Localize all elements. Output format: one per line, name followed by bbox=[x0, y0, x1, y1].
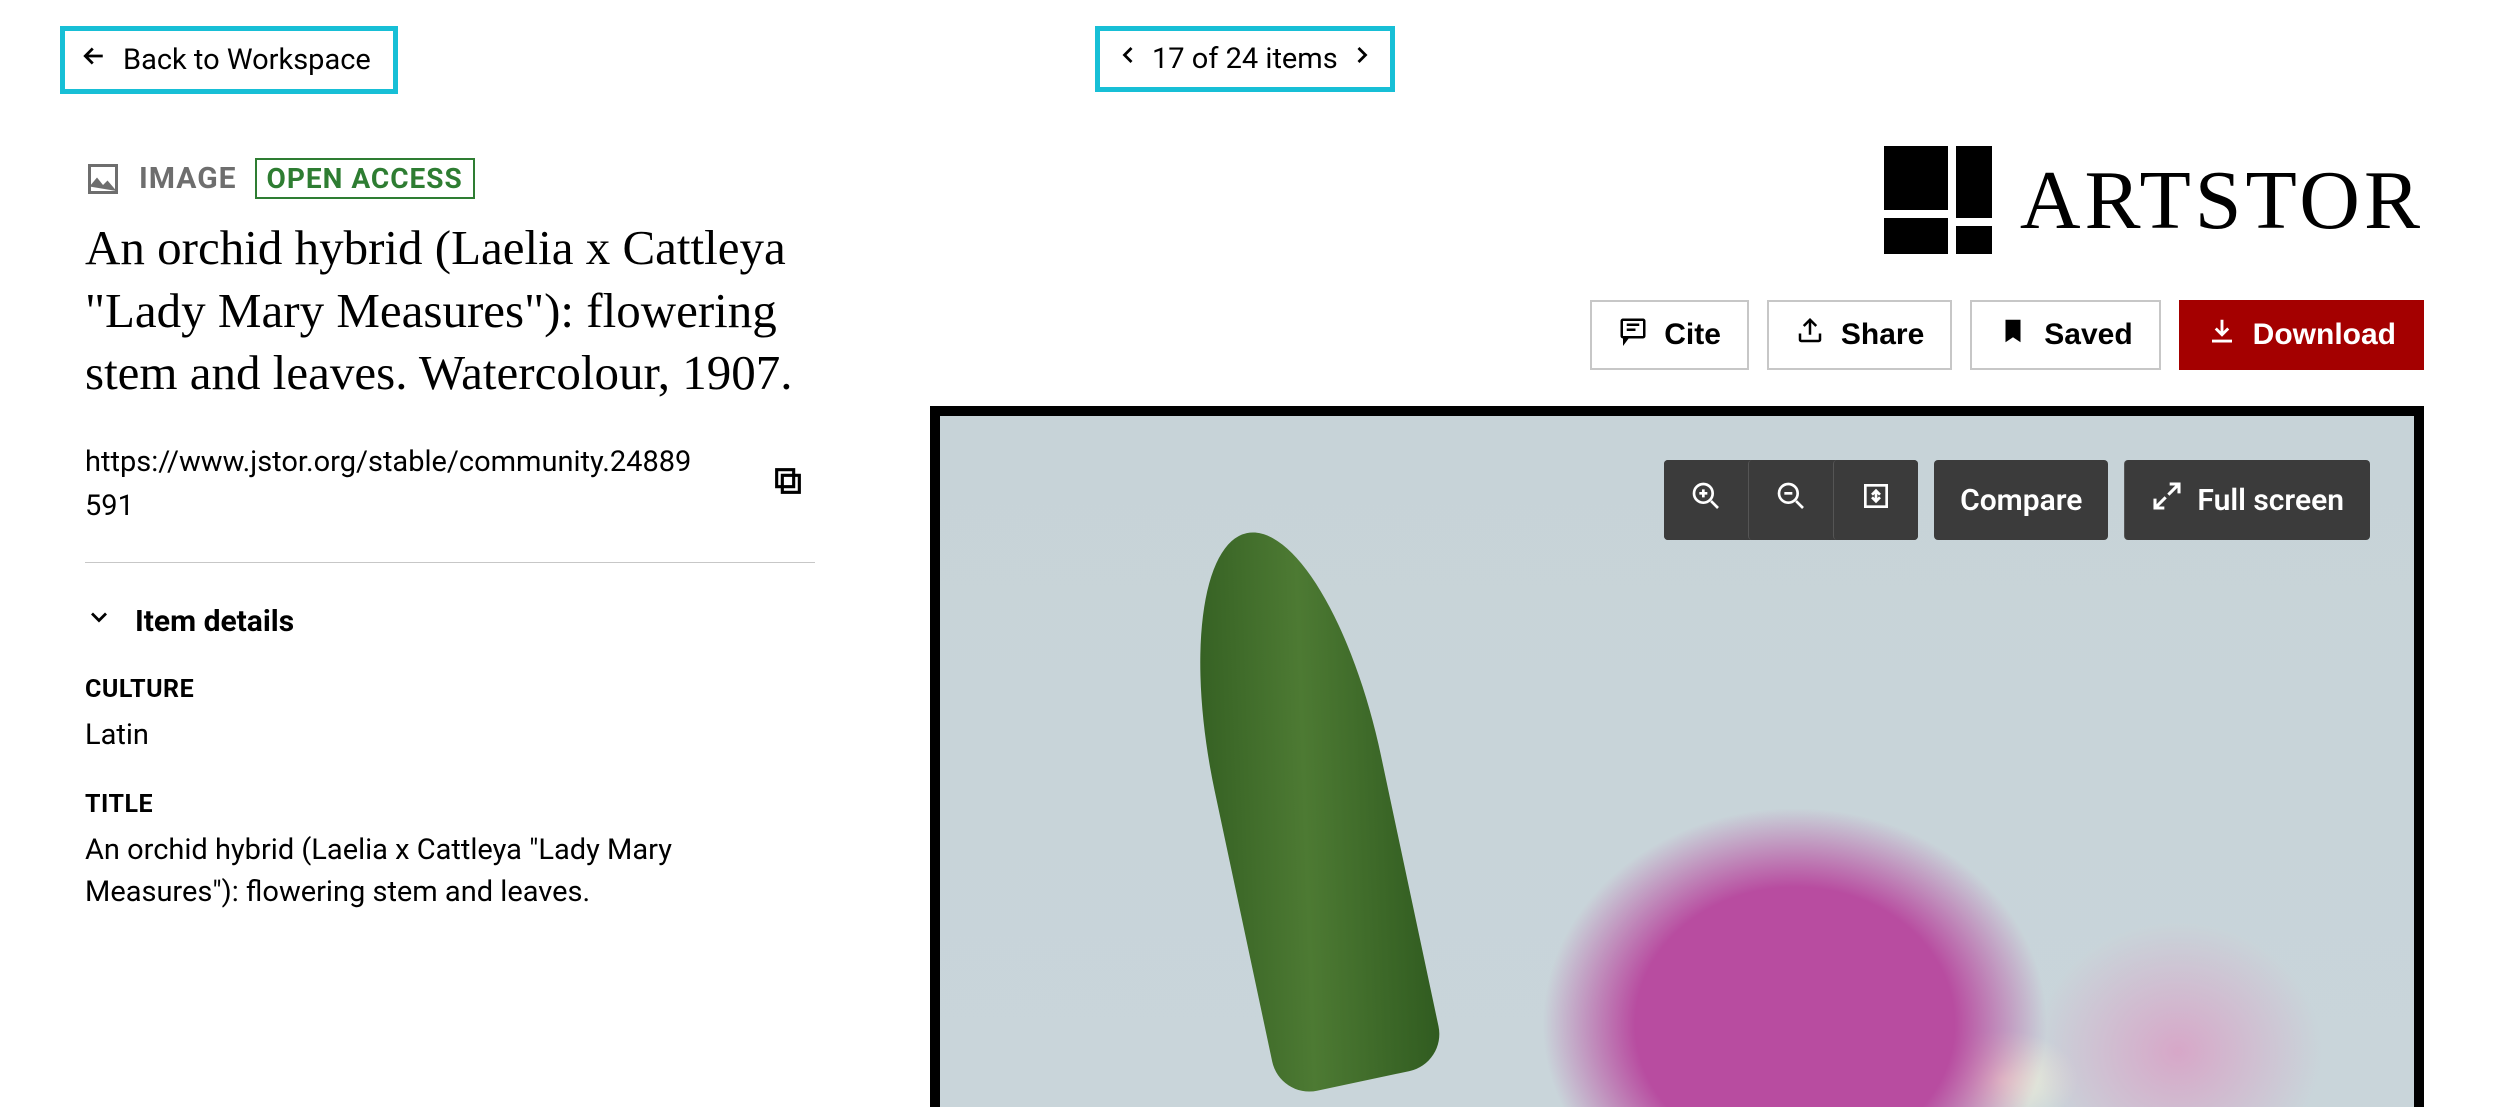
fullscreen-icon bbox=[2151, 480, 2183, 520]
image-viewer[interactable]: Compare Full screen bbox=[930, 406, 2424, 1107]
zoom-in-icon bbox=[1690, 480, 1722, 520]
zoom-out-icon bbox=[1775, 480, 1807, 520]
share-label: Share bbox=[1841, 318, 1924, 352]
back-to-workspace-link[interactable]: Back to Workspace bbox=[60, 26, 398, 94]
share-icon bbox=[1795, 316, 1825, 354]
divider bbox=[85, 562, 815, 563]
compare-label: Compare bbox=[1960, 483, 2082, 518]
chevron-down-icon bbox=[85, 603, 113, 639]
cite-icon bbox=[1618, 316, 1648, 354]
artstor-logo-mark bbox=[1884, 146, 1992, 254]
fit-icon bbox=[1860, 480, 1892, 520]
meta-culture-value: Latin bbox=[85, 714, 785, 756]
image-type-icon bbox=[85, 161, 121, 197]
cite-button[interactable]: Cite bbox=[1590, 300, 1749, 370]
download-icon bbox=[2207, 316, 2237, 354]
item-details-toggle[interactable]: Item details bbox=[85, 603, 835, 639]
pager-next-button[interactable] bbox=[1348, 41, 1376, 77]
item-title: An orchid hybrid (Laelia x Cattleya "Lad… bbox=[85, 217, 815, 405]
open-access-badge: OPEN ACCESS bbox=[255, 158, 475, 199]
download-label: Download bbox=[2253, 318, 2396, 352]
item-pager: 17 of 24 items bbox=[1095, 26, 1395, 92]
fit-button[interactable] bbox=[1833, 460, 1918, 540]
arrow-left-icon bbox=[79, 41, 109, 79]
pager-text: 17 of 24 items bbox=[1152, 42, 1338, 76]
fullscreen-button[interactable]: Full screen bbox=[2124, 460, 2370, 540]
item-type-label: IMAGE bbox=[139, 161, 237, 196]
bookmark-icon bbox=[1998, 316, 2028, 354]
download-button[interactable]: Download bbox=[2179, 300, 2424, 370]
compare-button[interactable]: Compare bbox=[1934, 460, 2108, 540]
zoom-out-button[interactable] bbox=[1748, 460, 1833, 540]
artstor-logo-text: ARTSTOR bbox=[2020, 152, 2424, 249]
share-button[interactable]: Share bbox=[1767, 300, 1952, 370]
meta-title-value: An orchid hybrid (Laelia x Cattleya "Lad… bbox=[85, 829, 785, 913]
copy-url-button[interactable] bbox=[771, 464, 805, 506]
copy-icon bbox=[771, 472, 805, 506]
item-url: https://www.jstor.org/stable/community.2… bbox=[85, 441, 705, 528]
pager-prev-button[interactable] bbox=[1114, 41, 1142, 77]
zoom-in-button[interactable] bbox=[1664, 460, 1748, 540]
saved-button[interactable]: Saved bbox=[1970, 300, 2160, 370]
cite-label: Cite bbox=[1664, 318, 1721, 352]
saved-label: Saved bbox=[2044, 318, 2132, 352]
artstor-logo: ARTSTOR bbox=[1884, 146, 2424, 254]
fullscreen-label: Full screen bbox=[2197, 483, 2344, 518]
item-details-heading: Item details bbox=[135, 604, 294, 639]
back-label: Back to Workspace bbox=[123, 43, 371, 77]
meta-title-label: TITLE bbox=[85, 790, 835, 819]
meta-culture-label: CULTURE bbox=[85, 675, 835, 704]
